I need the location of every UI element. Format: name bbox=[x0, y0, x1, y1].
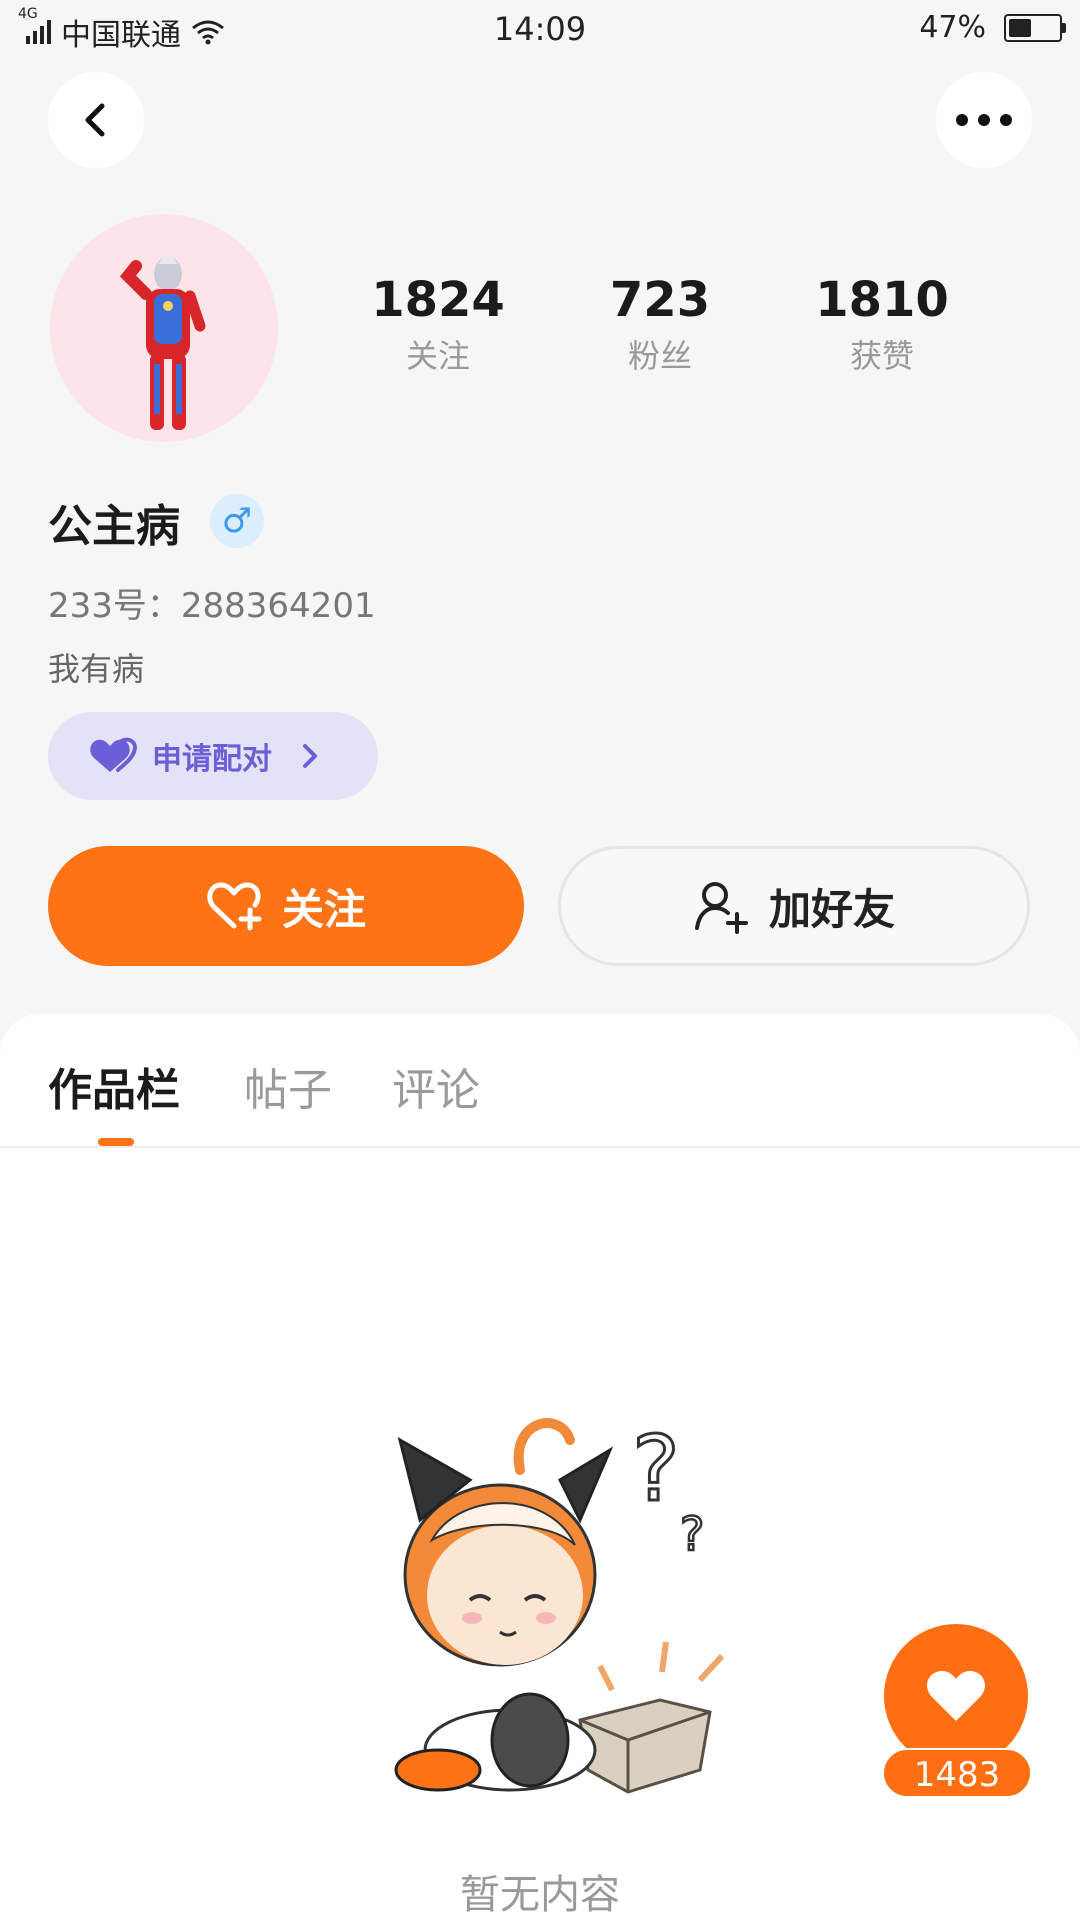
pair-request-button[interactable]: 申请配对 bbox=[48, 712, 378, 800]
avatar-image bbox=[119, 252, 206, 430]
tab-divider bbox=[0, 1146, 1080, 1148]
follow-label: 关注 bbox=[281, 884, 366, 934]
tab-comments[interactable]: 评论 bbox=[392, 1054, 480, 1118]
tab-posts[interactable]: 帖子 bbox=[244, 1054, 332, 1118]
likes-label: 获赞 bbox=[849, 337, 914, 375]
battery-icon bbox=[1004, 13, 1066, 42]
heart-icon bbox=[927, 1671, 985, 1721]
likes-count: 1810 bbox=[815, 272, 949, 328]
pair-request-label: 申请配对 bbox=[152, 742, 272, 777]
battery-level bbox=[1009, 18, 1031, 37]
profile-bio: 我有病 bbox=[48, 650, 145, 688]
following-label: 关注 bbox=[405, 337, 470, 375]
battery-percent: 47% bbox=[919, 10, 986, 45]
fans-count: 723 bbox=[609, 272, 711, 328]
status-time: 14:09 bbox=[493, 10, 587, 48]
more-button[interactable] bbox=[936, 72, 1032, 168]
back-button[interactable] bbox=[48, 72, 144, 168]
status-bar: 4G 中国联通 14:09 47% bbox=[0, 0, 1080, 56]
like-fab[interactable] bbox=[884, 1624, 1028, 1768]
tab-indicator bbox=[98, 1138, 134, 1146]
svg-text:?: ? bbox=[680, 1507, 704, 1561]
fans-label: 粉丝 bbox=[627, 337, 692, 375]
stat-following[interactable]: 1824 关注 bbox=[338, 270, 538, 378]
add-friend-label: 加好友 bbox=[768, 884, 895, 934]
follow-button[interactable]: 关注 bbox=[48, 846, 524, 966]
profile-uid: 233号：288364201 bbox=[48, 586, 376, 626]
heart-add-icon bbox=[207, 882, 262, 931]
empty-state-illustration: ? ? bbox=[394, 1416, 725, 1794]
status-right: 47% bbox=[919, 10, 1066, 45]
double-heart-icon bbox=[90, 737, 137, 772]
chevron-left-icon bbox=[85, 103, 105, 137]
gender-badge: ♂ bbox=[210, 494, 264, 548]
stat-fans[interactable]: 723 粉丝 bbox=[560, 270, 760, 378]
svg-text:?: ? bbox=[632, 1417, 680, 1522]
avatar[interactable] bbox=[50, 214, 278, 442]
stat-likes[interactable]: 1810 获赞 bbox=[782, 270, 982, 378]
chevron-right-icon bbox=[303, 744, 317, 768]
person-add-icon bbox=[694, 882, 748, 934]
following-count: 1824 bbox=[371, 272, 505, 328]
like-count: 1483 bbox=[882, 1748, 1032, 1798]
empty-state-text: 暂无内容 bbox=[460, 1872, 620, 1918]
more-dots-icon bbox=[956, 114, 1012, 126]
tab-works[interactable]: 作品栏 bbox=[48, 1054, 180, 1118]
profile-name: 公主病 bbox=[48, 501, 180, 552]
add-friend-button[interactable]: 加好友 bbox=[558, 846, 1030, 966]
